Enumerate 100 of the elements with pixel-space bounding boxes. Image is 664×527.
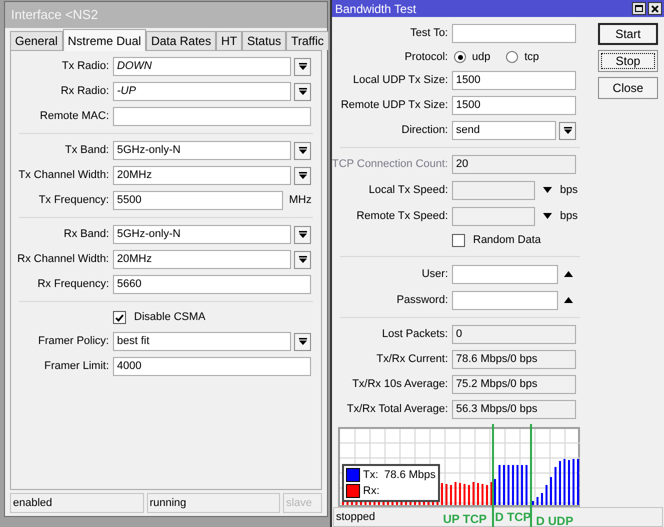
readonly-field: 56.3 Mbps/0 bps <box>452 400 576 419</box>
dropdown-field[interactable]: 5GHz-only-N <box>113 225 291 244</box>
dialog-button[interactable]: Stop <box>598 50 658 72</box>
field-label: Tx/Rx Total Average: <box>346 402 449 418</box>
close-icon <box>651 4 659 12</box>
dropdown-button[interactable] <box>294 226 311 244</box>
dropdown-arrow-icon <box>298 256 306 263</box>
tab[interactable]: Status <box>242 31 286 50</box>
dropdown-field[interactable]: 20MHz <box>113 166 291 185</box>
checkbox[interactable] <box>113 311 126 324</box>
annotation-label: D TCP <box>495 511 531 523</box>
field-label: Tx Radio: <box>60 59 110 74</box>
input-field[interactable]: 4000 <box>113 357 311 376</box>
input-field[interactable] <box>452 290 558 310</box>
legend-label: Tx: <box>363 468 378 483</box>
dropdown-field[interactable]: -UP <box>113 82 291 101</box>
field-label: Rx Frequency: <box>36 277 110 292</box>
field-label: Direction: <box>400 123 449 138</box>
tab[interactable]: Nstreme Dual <box>62 29 146 51</box>
field-label: Tx/Rx Current: <box>375 352 449 368</box>
dropdown-arrow-icon <box>298 88 306 95</box>
readonly-field: 78.6 Mbps/0 bps <box>452 350 576 369</box>
field-label: Rx Band: <box>62 227 110 242</box>
field-label: Protocol: <box>404 50 449 65</box>
dropdown-button[interactable] <box>294 332 311 350</box>
dropdown-field[interactable]: send <box>452 121 556 140</box>
radio-label: udp <box>472 50 490 65</box>
checkbox-label: Disable CSMA <box>134 310 206 326</box>
dropdown-button[interactable] <box>294 250 311 268</box>
collapse-arrow-icon[interactable] <box>564 297 573 303</box>
readonly-field: 75.2 Mbps/0 bps <box>452 375 576 394</box>
dialog-button[interactable]: Start <box>598 23 658 45</box>
unit-label: bps <box>560 182 578 198</box>
checkmark-icon <box>115 314 124 322</box>
unit-label: bps <box>560 208 578 224</box>
dropdown-arrow-icon <box>298 63 306 70</box>
close-button[interactable] <box>648 2 662 15</box>
field-label: Test To: <box>409 26 449 42</box>
dropdown-button[interactable] <box>294 82 311 100</box>
annotation-label: UP TCP <box>443 513 487 525</box>
dropdown-arrow-icon <box>298 231 306 238</box>
field-label: Tx Channel Width: <box>18 168 110 184</box>
input-field[interactable] <box>452 206 535 226</box>
input-field[interactable] <box>113 107 311 126</box>
input-field[interactable] <box>452 264 558 284</box>
dropdown-arrow-icon <box>298 338 306 345</box>
status-bar-field: enabled <box>10 493 144 513</box>
field-label: Framer Policy: <box>37 334 110 350</box>
legend-label: Rx: <box>363 484 380 499</box>
input-field[interactable]: 5660 <box>113 275 311 294</box>
input-field[interactable]: 1500 <box>452 71 576 90</box>
dropdown-arrow-icon[interactable] <box>543 213 552 219</box>
field-label: TCP Connection Count: <box>332 157 449 172</box>
field-label: Remote Tx Speed: <box>355 208 449 224</box>
field-label: Local UDP Tx Size: <box>352 73 449 88</box>
field-label: Tx Band: <box>64 143 110 158</box>
readonly-field: 20 <box>452 155 576 174</box>
field-label: Remote UDP Tx Size: <box>340 98 449 114</box>
field-label: Rx Channel Width: <box>16 252 110 268</box>
input-field[interactable] <box>452 180 535 200</box>
status-bar-field: slave <box>283 493 322 513</box>
radio-button[interactable] <box>506 51 518 63</box>
dropdown-field[interactable]: best fit <box>113 332 291 351</box>
window-title: Interface <NS2 <box>11 6 98 24</box>
dropdown-arrow-icon <box>298 172 306 179</box>
tab[interactable]: Data Rates <box>146 31 216 50</box>
tab[interactable]: Traffic <box>286 31 329 50</box>
checkbox-label: Random Data <box>473 233 541 248</box>
status-text: stopped <box>336 510 376 525</box>
tab[interactable]: HT <box>216 31 242 50</box>
maximize-button[interactable] <box>632 2 646 15</box>
dropdown-field[interactable]: 5GHz-only-N <box>113 141 291 160</box>
dropdown-button[interactable] <box>294 166 311 184</box>
field-label: Local Tx Speed: <box>368 182 449 198</box>
dropdown-button[interactable] <box>294 58 311 76</box>
field-label: Rx Radio: <box>60 84 110 100</box>
dropdown-field[interactable]: DOWN <box>113 57 291 76</box>
field-label: Password: <box>396 292 449 308</box>
radio-button[interactable] <box>454 51 466 63</box>
field-label: Remote MAC: <box>38 109 110 124</box>
unit-label: MHz <box>289 193 312 208</box>
dropdown-arrow-icon <box>564 127 572 134</box>
status-bar-field: running <box>146 493 280 513</box>
radio-label: tcp <box>524 50 540 65</box>
input-field[interactable]: 1500 <box>452 96 576 115</box>
field-label: Tx/Rx 10s Average: <box>351 377 449 392</box>
window-title: Bandwidth Test <box>335 0 418 18</box>
dropdown-field[interactable]: 20MHz <box>113 250 291 269</box>
dropdown-button[interactable] <box>559 122 576 140</box>
dialog-button[interactable]: Close <box>598 77 658 99</box>
field-label: Framer Limit: <box>43 359 110 374</box>
checkbox[interactable] <box>452 234 465 247</box>
dropdown-button[interactable] <box>294 142 311 160</box>
field-label: Lost Packets: <box>380 327 449 342</box>
dropdown-arrow-icon[interactable] <box>543 187 552 193</box>
input-field[interactable] <box>452 24 576 43</box>
input-field[interactable]: 5500 <box>113 191 283 210</box>
collapse-arrow-icon[interactable] <box>564 271 573 277</box>
dropdown-arrow-icon <box>298 147 306 154</box>
tab[interactable]: General <box>10 31 63 50</box>
